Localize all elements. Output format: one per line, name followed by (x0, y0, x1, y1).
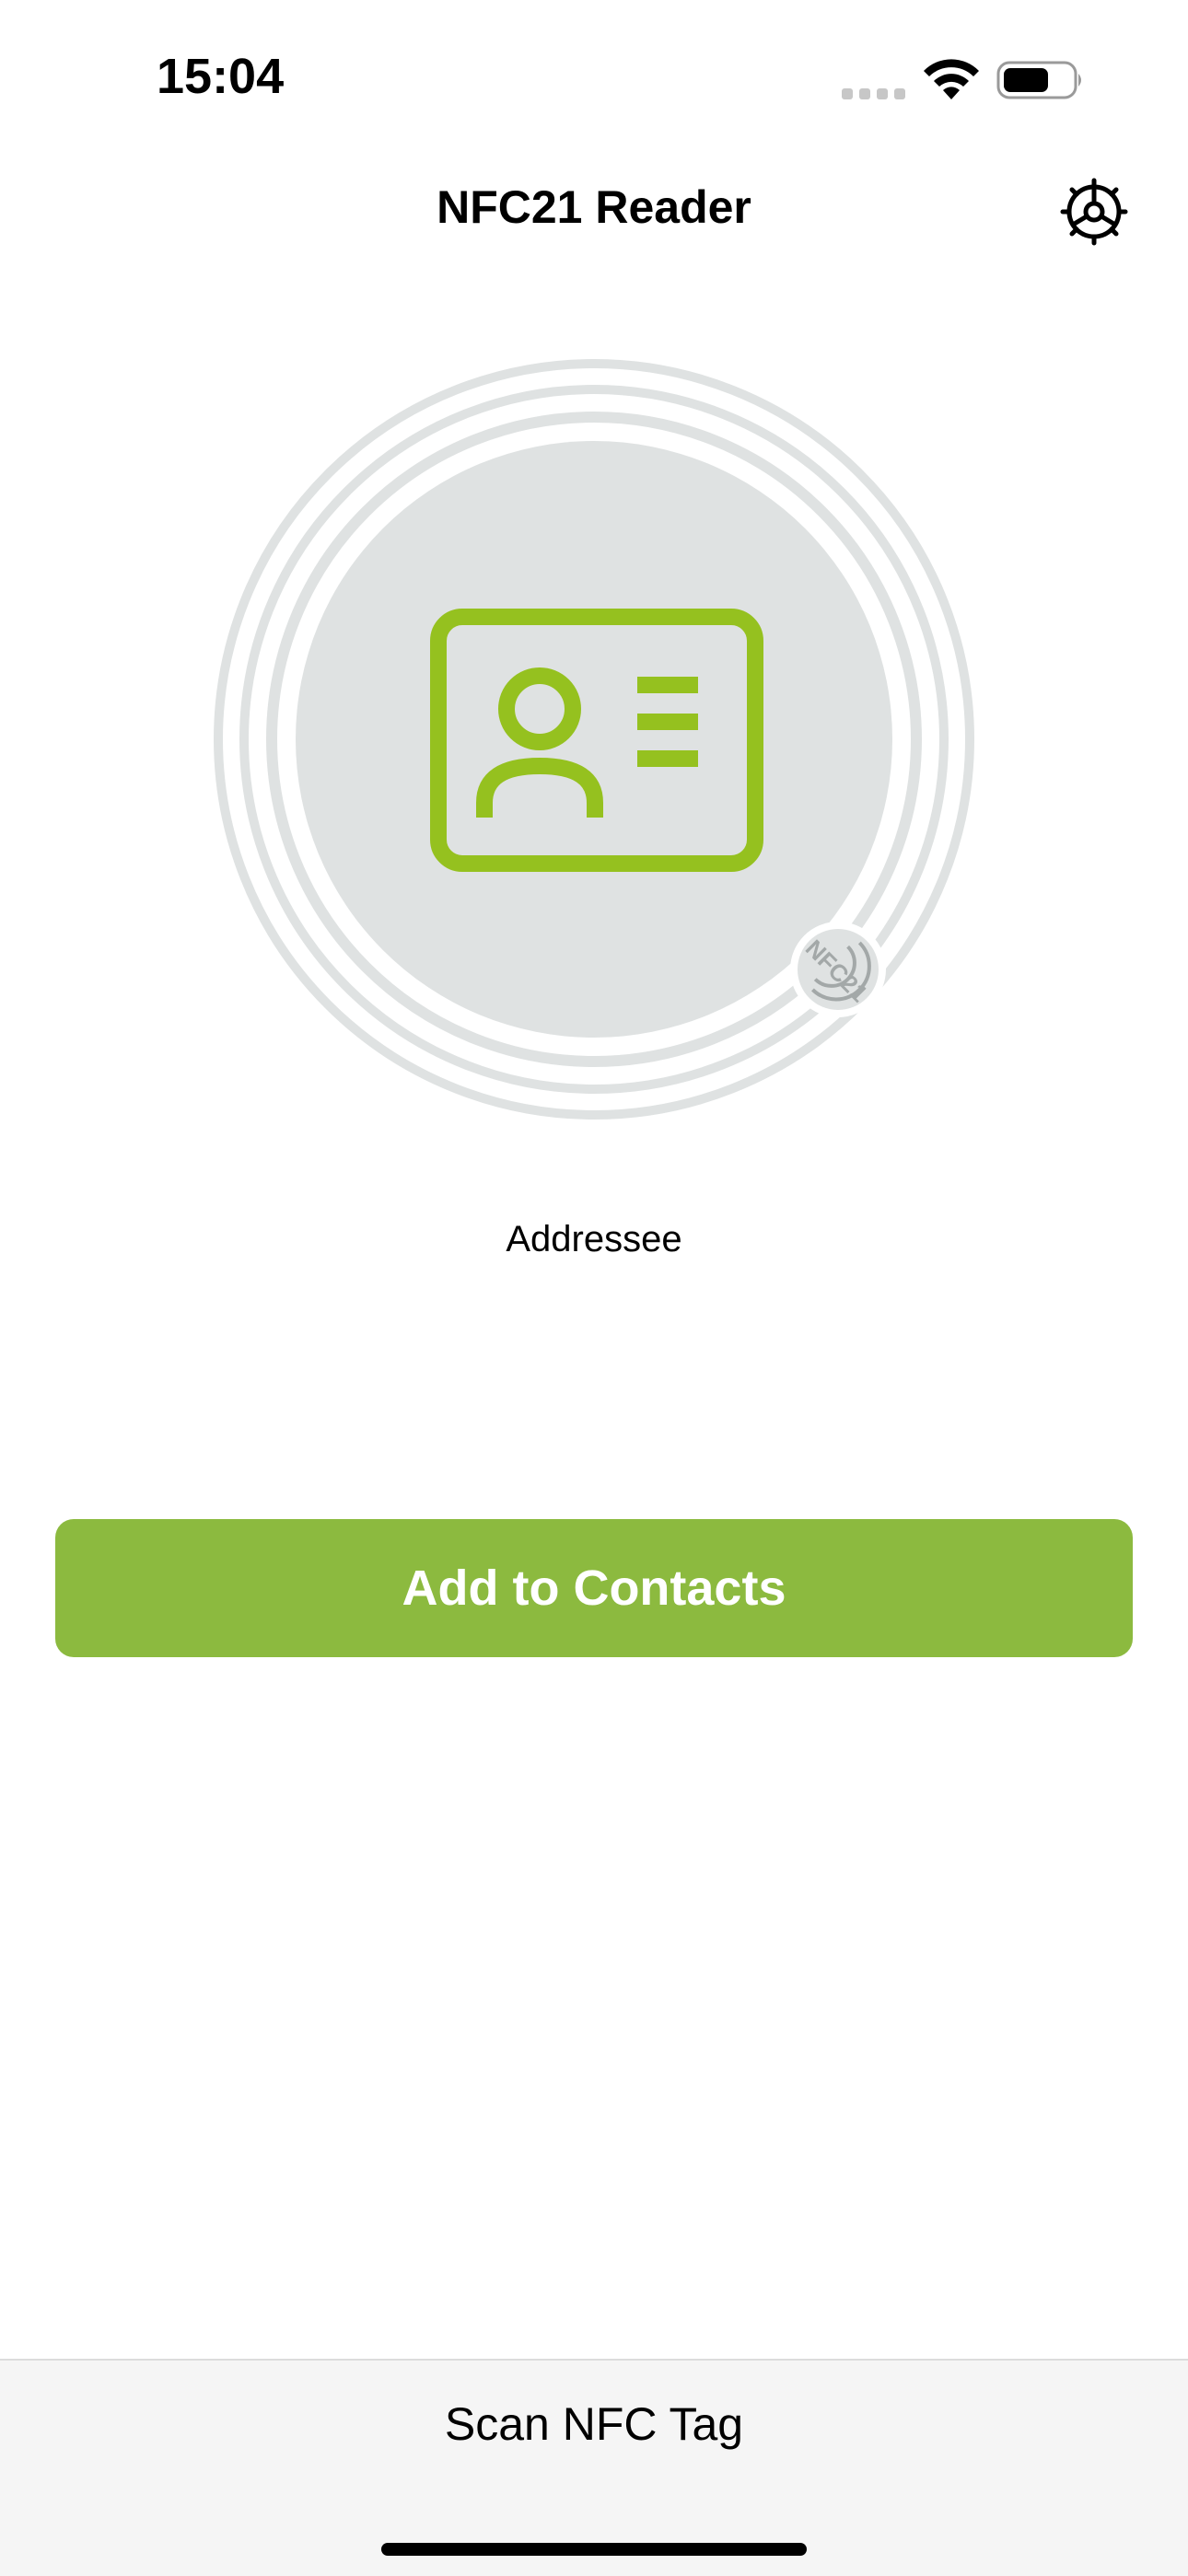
status-bar: 15:04 (0, 0, 1188, 157)
gear-icon (1060, 178, 1128, 246)
record-type-label: Addressee (506, 1219, 682, 1259)
add-to-contacts-button[interactable]: Add to Contacts (55, 1519, 1133, 1657)
home-indicator[interactable] (381, 2543, 807, 2556)
cellular-signal-icon (842, 88, 905, 99)
nfc-tag-illustration: NFC21 (212, 357, 976, 1121)
settings-button[interactable] (1059, 177, 1129, 247)
battery-icon (996, 61, 1081, 99)
scan-nfc-tag-button[interactable]: Scan NFC Tag (0, 2397, 1188, 2451)
page-title: NFC21 Reader (437, 181, 751, 233)
bottom-toolbar: Scan NFC Tag (0, 2359, 1188, 2576)
status-time: 15:04 (157, 49, 285, 104)
wifi-icon (924, 59, 979, 99)
add-to-contacts-label: Add to Contacts (402, 1561, 786, 1616)
